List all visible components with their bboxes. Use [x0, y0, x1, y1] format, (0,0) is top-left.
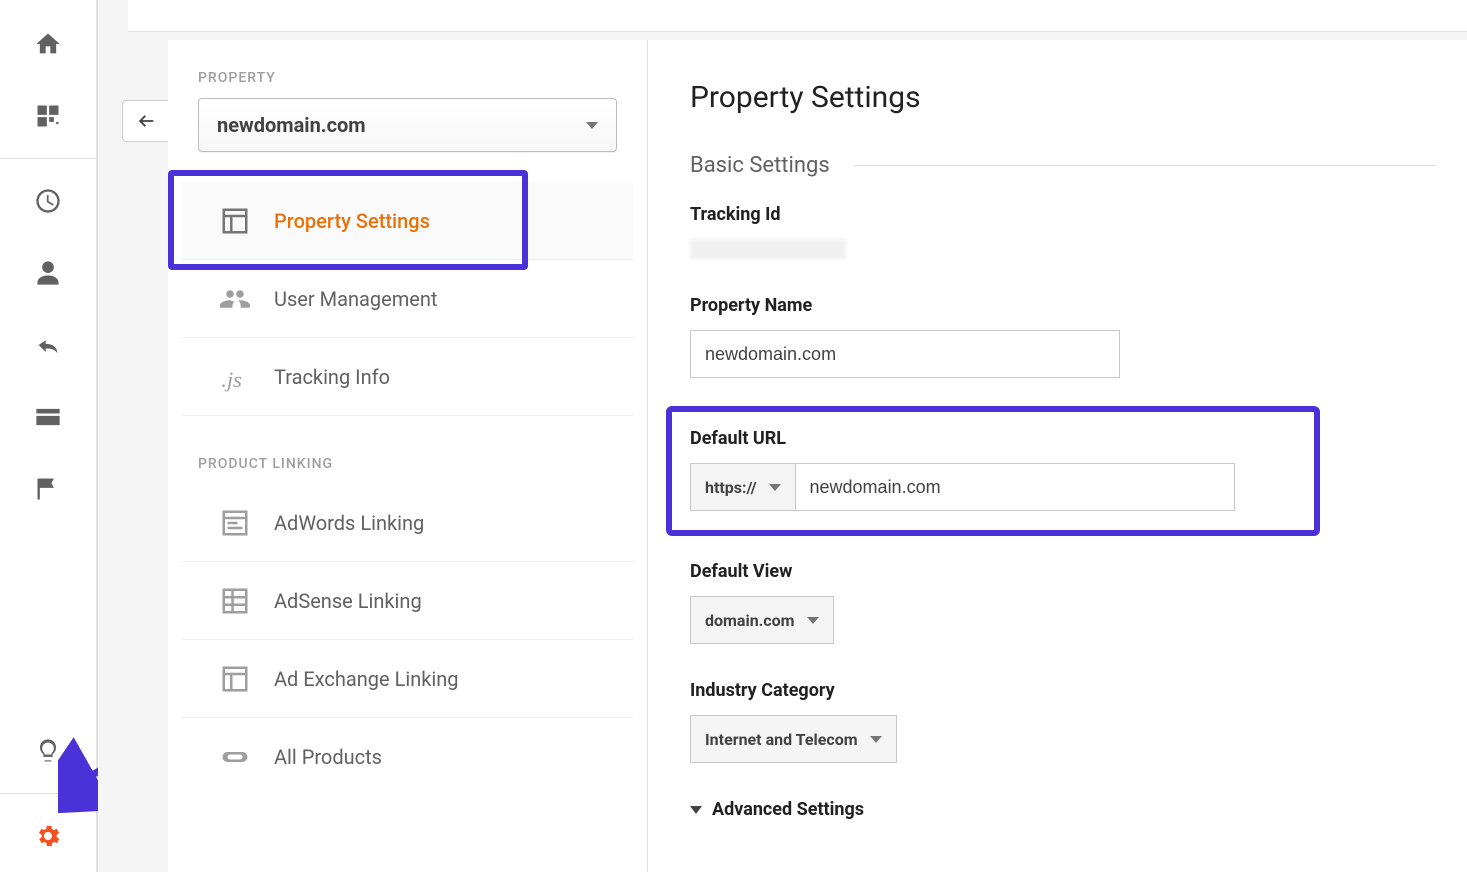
- property-section-label: PROPERTY: [168, 70, 647, 98]
- tracking-id-value-redacted: [690, 239, 846, 259]
- advanced-settings-toggle[interactable]: Advanced Settings: [690, 799, 1437, 820]
- nav-adsense-linking[interactable]: AdSense Linking: [182, 562, 633, 640]
- property-column: PROPERTY newdomain.com Property Settings…: [168, 40, 648, 872]
- customize-icon[interactable]: [24, 90, 72, 142]
- chevron-down-icon: [870, 736, 882, 743]
- chevron-down-icon: [807, 617, 819, 624]
- default-view-block: Default View domain.com: [690, 561, 1437, 644]
- divider: [0, 793, 96, 794]
- settings-panel: PROPERTY newdomain.com Property Settings…: [168, 40, 1467, 872]
- default-url-block: Default URL https://: [690, 414, 1437, 525]
- nav-tracking-info[interactable]: .js Tracking Info: [182, 338, 633, 416]
- nav-label: Tracking Info: [274, 365, 390, 389]
- js-icon: .js: [218, 360, 252, 394]
- gear-icon[interactable]: [24, 810, 72, 862]
- bulb-icon[interactable]: [24, 725, 72, 777]
- nav-property-settings[interactable]: Property Settings: [182, 182, 633, 260]
- tracking-id-block: Tracking Id: [690, 204, 1437, 259]
- property-selector-value: newdomain.com: [217, 113, 366, 137]
- page-title: Property Settings: [690, 80, 1437, 115]
- left-nav-rail: [0, 0, 98, 872]
- nav-label: User Management: [274, 287, 437, 311]
- protocol-value: https://: [705, 478, 757, 497]
- layout-icon: [218, 204, 252, 238]
- users-icon: [218, 282, 252, 316]
- settings-form: Property Settings Basic Settings Trackin…: [648, 40, 1467, 872]
- nav-label: AdSense Linking: [274, 589, 422, 613]
- property-name-block: Property Name: [690, 295, 1437, 378]
- industry-select[interactable]: Internet and Telecom: [690, 715, 897, 763]
- link-icon: [218, 740, 252, 774]
- basic-settings-heading: Basic Settings: [690, 153, 1437, 178]
- default-url-input[interactable]: [795, 463, 1235, 511]
- home-icon[interactable]: [24, 18, 72, 70]
- nav-label: Property Settings: [274, 209, 430, 233]
- industry-label: Industry Category: [690, 680, 1437, 701]
- nav-all-products[interactable]: All Products: [182, 718, 633, 796]
- tracking-id-label: Tracking Id: [690, 204, 1437, 225]
- divider: [0, 158, 96, 159]
- layout-icon: [218, 662, 252, 696]
- top-bar: [128, 0, 1467, 32]
- card-icon[interactable]: [24, 391, 72, 443]
- default-url-label: Default URL: [690, 428, 1437, 449]
- document-icon: [218, 506, 252, 540]
- nav-adwords-linking[interactable]: AdWords Linking: [182, 484, 633, 562]
- main-area: PROPERTY newdomain.com Property Settings…: [98, 0, 1467, 872]
- product-linking-label: PRODUCT LINKING: [168, 456, 647, 484]
- chevron-down-icon: [586, 122, 598, 129]
- nav-label: AdWords Linking: [274, 511, 424, 535]
- svg-text:.js: .js: [221, 367, 242, 392]
- table-icon: [218, 584, 252, 618]
- default-view-value: domain.com: [705, 611, 795, 630]
- nav-label: All Products: [274, 745, 382, 769]
- nav-user-management[interactable]: User Management: [182, 260, 633, 338]
- share-icon[interactable]: [24, 319, 72, 371]
- protocol-select[interactable]: https://: [690, 463, 795, 511]
- property-selector[interactable]: newdomain.com: [198, 98, 617, 152]
- industry-block: Industry Category Internet and Telecom: [690, 680, 1437, 763]
- user-icon[interactable]: [24, 247, 72, 299]
- default-view-label: Default View: [690, 561, 1437, 582]
- advanced-settings-label: Advanced Settings: [712, 799, 864, 820]
- chevron-down-icon: [769, 484, 781, 491]
- chevron-down-icon: [690, 806, 702, 814]
- industry-value: Internet and Telecom: [705, 730, 858, 749]
- nav-adexchange-linking[interactable]: Ad Exchange Linking: [182, 640, 633, 718]
- property-name-label: Property Name: [690, 295, 1437, 316]
- flag-icon[interactable]: [24, 463, 72, 515]
- clock-icon[interactable]: [24, 175, 72, 227]
- nav-label: Ad Exchange Linking: [274, 667, 459, 691]
- property-name-input[interactable]: [690, 330, 1120, 378]
- back-button[interactable]: [122, 100, 168, 142]
- default-view-select[interactable]: domain.com: [690, 596, 834, 644]
